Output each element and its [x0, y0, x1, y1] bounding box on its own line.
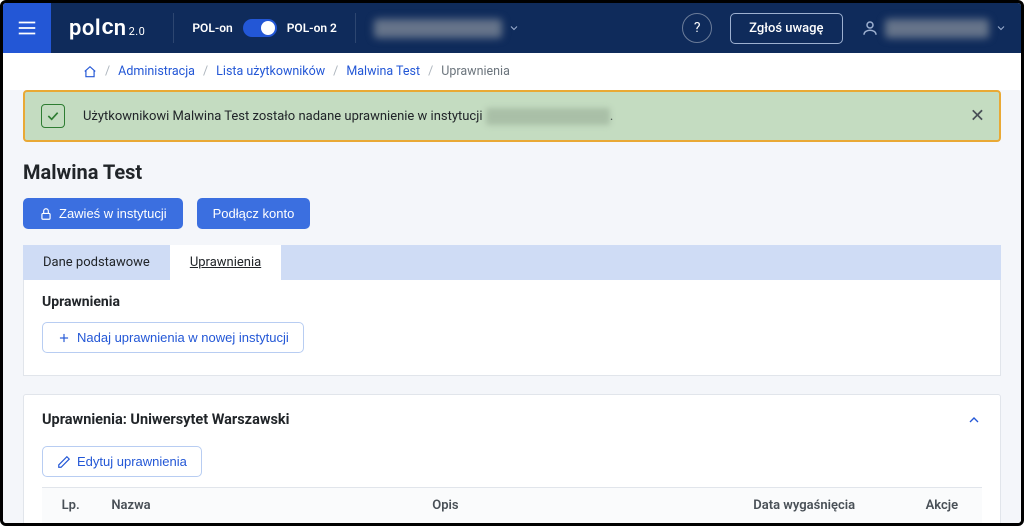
tab-basic-data[interactable]: Dane podstawowe [23, 245, 170, 280]
breadcrumb-link[interactable]: Lista użytkowników [216, 64, 325, 79]
top-bar: polɔn2.0 POL-on POL-on 2 Redacted Instit… [3, 3, 1021, 53]
breadcrumb-link[interactable]: Administracja [118, 64, 195, 79]
plus-icon [57, 331, 71, 345]
report-issue-button[interactable]: Zgłoś uwagę [730, 13, 842, 44]
version-switch[interactable]: POL-on POL-on 2 [192, 19, 337, 37]
switch-label-left: POL-on [192, 21, 232, 35]
page-title: Malwina Test [23, 160, 1001, 184]
edit-permissions-button[interactable]: Edytuj uprawnienia [42, 446, 202, 477]
tabs: Dane podstawowe Uprawnienia [23, 245, 1001, 280]
suspend-button[interactable]: Zawieś w instytucji [23, 198, 183, 229]
card-toggle[interactable]: Uprawnienia: Uniwersytet Warszawski [42, 411, 982, 428]
alert-close-button[interactable]: ✕ [970, 106, 985, 127]
user-icon [861, 19, 879, 37]
permissions-table: Lp. Nazwa Opis Data wygaśnięcia Akcje 1 … [42, 487, 982, 523]
user-menu[interactable]: Redacted Name [861, 19, 1007, 38]
col-name: Nazwa [99, 488, 420, 524]
logo: polɔn2.0 [69, 15, 145, 41]
institution-name-redacted: Redacted Institution [374, 19, 502, 38]
breadcrumb-link[interactable]: Malwina Test [346, 64, 420, 79]
chevron-up-icon [966, 412, 982, 428]
user-name-redacted: Redacted Name [885, 19, 989, 38]
tab-permissions[interactable]: Uprawnienia [170, 245, 281, 280]
toggle[interactable] [243, 19, 277, 37]
institution-dropdown[interactable]: Redacted Institution [374, 19, 520, 38]
add-permission-button[interactable]: Nadaj uprawnienia w nowej instytucji [42, 322, 304, 353]
card-title: Uprawnienia: Uniwersytet Warszawski [42, 411, 290, 428]
col-lp: Lp. [42, 488, 99, 524]
alert-text: Użytkownikowi Malwina Test zostało nadan… [83, 109, 613, 124]
institution-permissions-card: Uprawnienia: Uniwersytet Warszawski Edyt… [23, 394, 1001, 523]
breadcrumb: / Administracja / Lista użytkowników / M… [3, 53, 1021, 90]
success-alert: Użytkownikowi Malwina Test zostało nadan… [23, 90, 1001, 142]
section-heading: Uprawnienia [42, 294, 982, 310]
col-exp: Data wygaśnięcia [741, 488, 901, 524]
col-desc: Opis [420, 488, 741, 524]
chevron-down-icon [508, 22, 520, 34]
check-icon [41, 104, 65, 128]
help-button[interactable]: ? [682, 13, 712, 43]
alert-institution-redacted: Redacted Institution [486, 108, 610, 125]
chevron-down-icon [995, 22, 1007, 34]
switch-label-right: POL-on 2 [287, 21, 337, 35]
connect-account-button[interactable]: Podłącz konto [197, 198, 311, 229]
permissions-panel: Uprawnienia Nadaj uprawnienia w nowej in… [23, 280, 1001, 376]
pencil-icon [57, 455, 71, 469]
menu-toggle[interactable] [3, 3, 51, 53]
home-icon[interactable] [83, 65, 97, 79]
breadcrumb-current: Uprawnienia [441, 64, 510, 79]
col-act: Akcje [902, 488, 982, 524]
lock-icon [39, 207, 53, 221]
